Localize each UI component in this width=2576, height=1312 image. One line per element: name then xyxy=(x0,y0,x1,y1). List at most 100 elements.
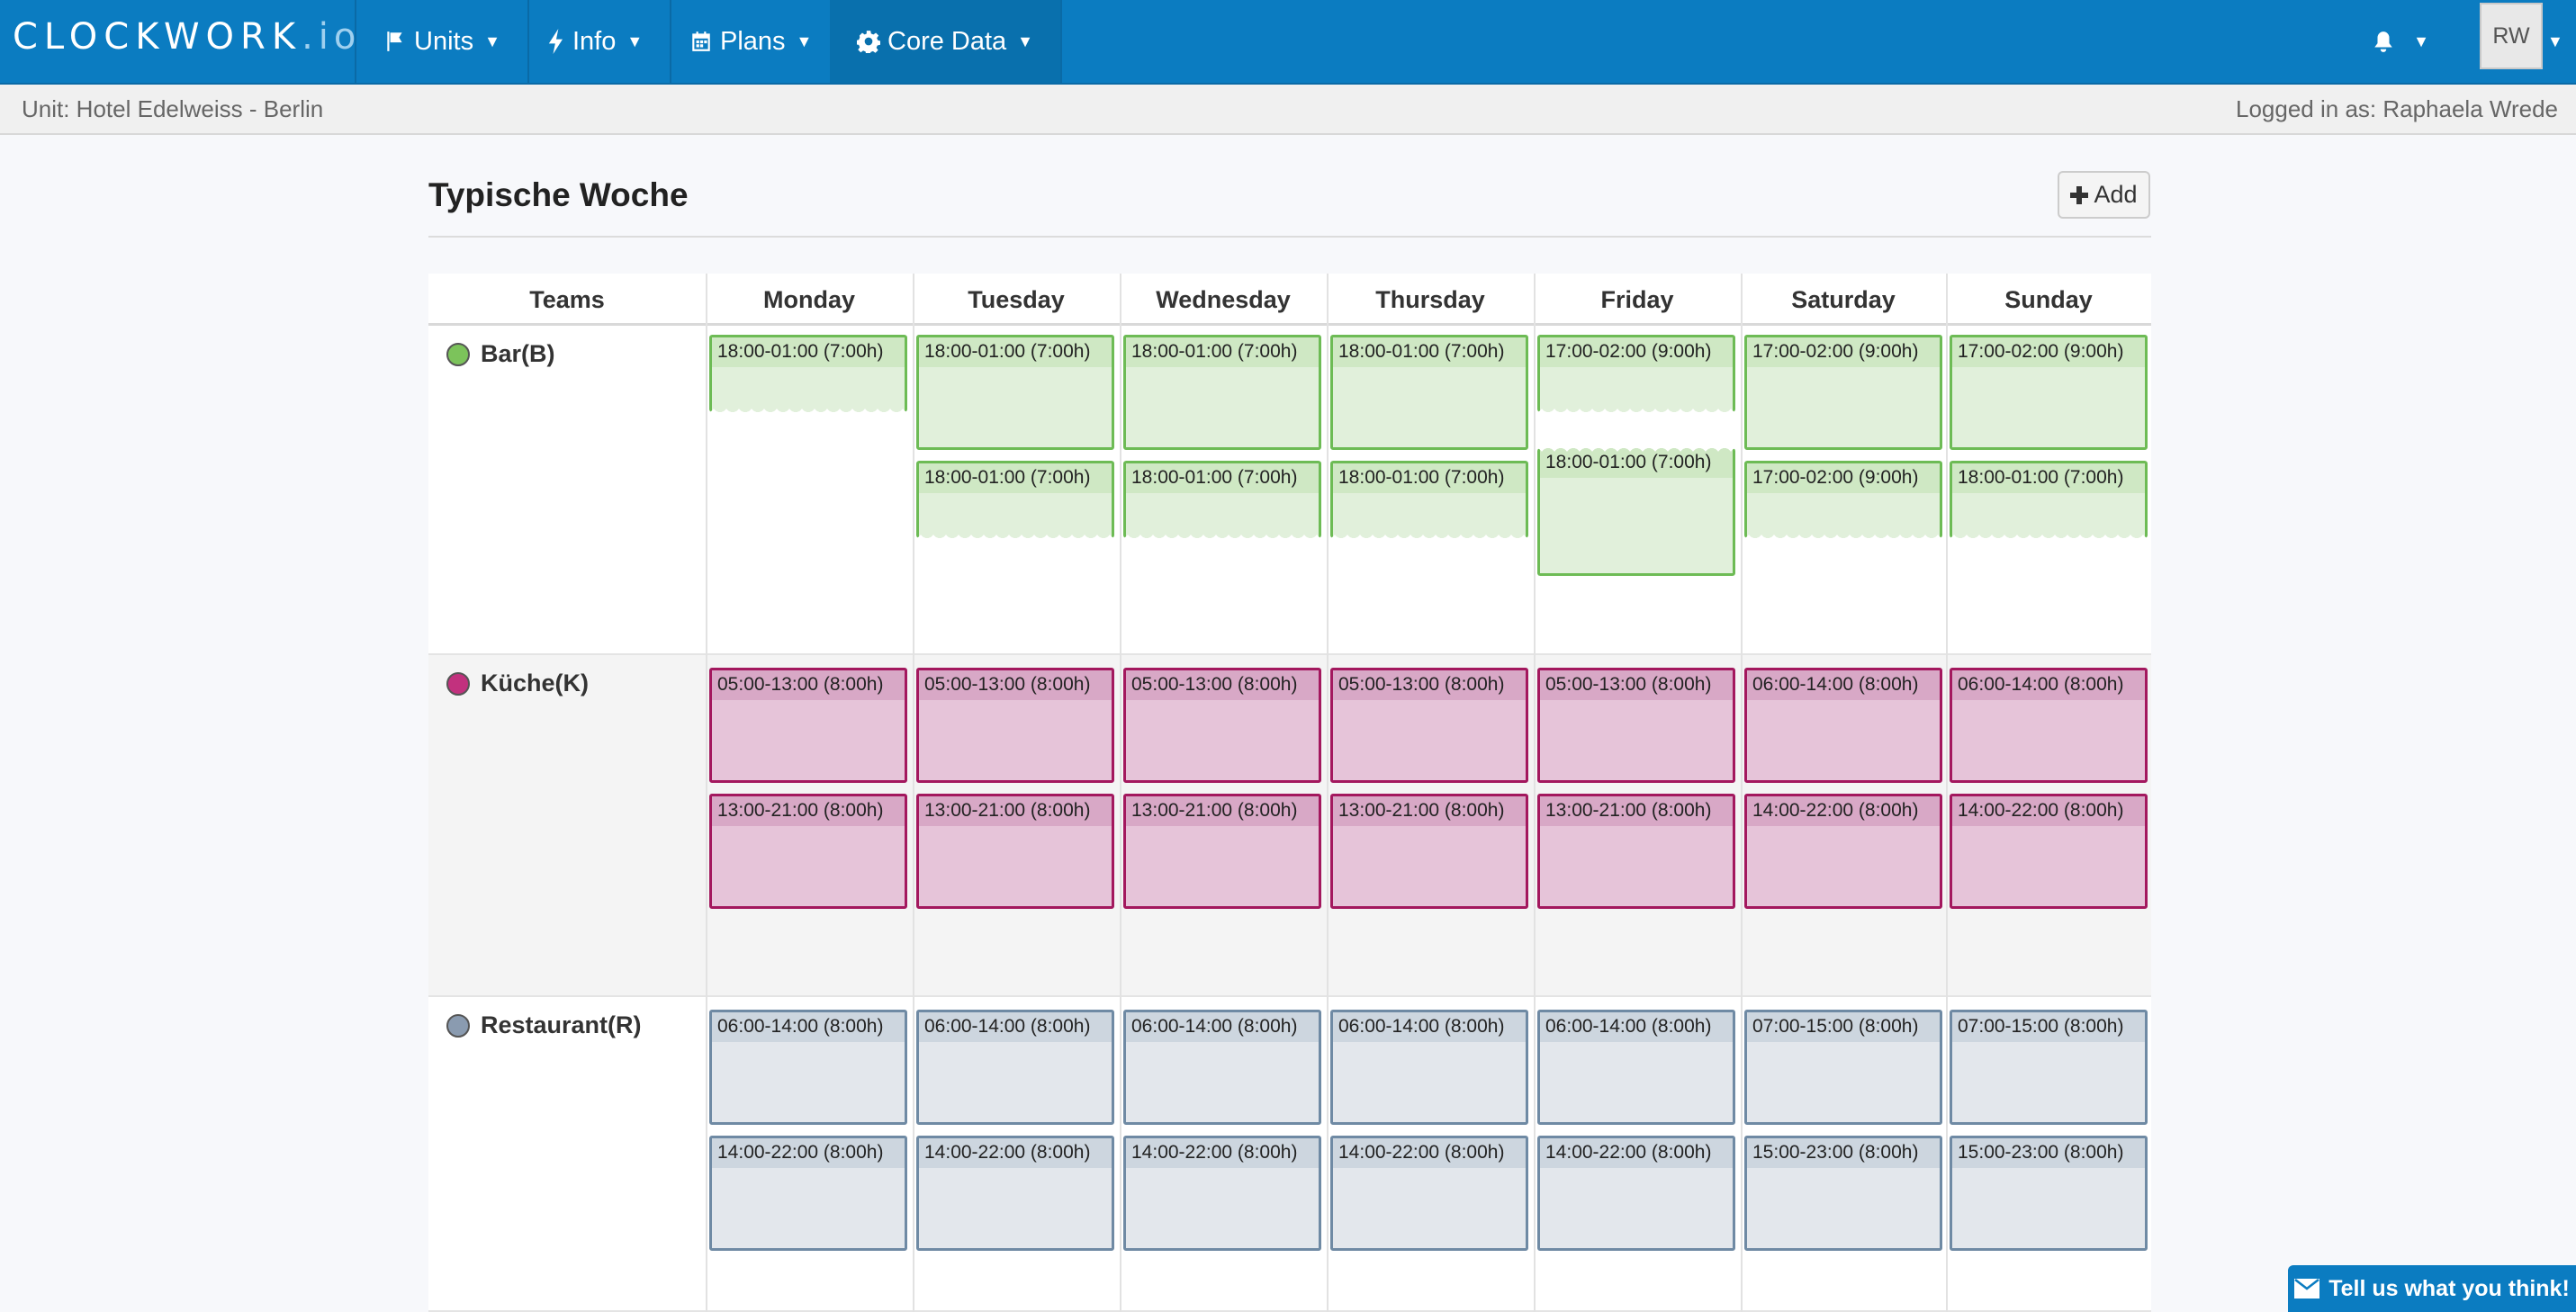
shift-block[interactable]: 14:00-22:00 (8:00h) xyxy=(1123,1136,1321,1251)
flag-icon xyxy=(387,31,402,51)
brand-logo[interactable]: CLOCKWORK.io xyxy=(13,0,361,85)
shift-block[interactable]: 13:00-21:00 (8:00h) xyxy=(1537,794,1735,909)
nav-info-label: Info xyxy=(572,26,617,56)
calendar-icon xyxy=(692,31,710,51)
bell-icon xyxy=(2374,31,2392,52)
feedback-button[interactable]: Tell us what you think! xyxy=(2288,1265,2576,1312)
shift-time-label: 13:00-21:00 (8:00h) xyxy=(712,796,905,826)
shift-block[interactable]: 13:00-21:00 (8:00h) xyxy=(916,794,1114,909)
header-day: Sunday xyxy=(2004,285,2093,313)
shift-block[interactable]: 15:00-23:00 (8:00h) xyxy=(1950,1136,2148,1251)
shift-time-label: 17:00-02:00 (9:00h) xyxy=(1747,463,1940,493)
shift-block[interactable]: 18:00-01:00 (7:00h) xyxy=(1123,461,1321,538)
shift-block[interactable]: 06:00-14:00 (8:00h) xyxy=(709,1010,907,1125)
team-label[interactable]: Restaurant(R) xyxy=(446,1011,642,1039)
shift-block[interactable]: 14:00-22:00 (8:00h) xyxy=(1950,794,2148,909)
chevron-down-icon: ▼ xyxy=(2413,31,2429,50)
shift-block[interactable]: 07:00-15:00 (8:00h) xyxy=(1950,1010,2148,1125)
shift-block[interactable]: 14:00-22:00 (8:00h) xyxy=(916,1136,1114,1251)
shift-block[interactable]: 14:00-22:00 (8:00h) xyxy=(1744,794,1942,909)
shift-block[interactable]: 17:00-02:00 (9:00h) xyxy=(1950,335,2148,450)
nav-units[interactable]: Units ▼ xyxy=(356,0,529,83)
shift-time-label: 15:00-23:00 (8:00h) xyxy=(1747,1138,1940,1168)
nav-plans-label: Plans xyxy=(720,26,786,56)
nav-units-label: Units xyxy=(414,26,474,56)
header-day: Thursday xyxy=(1375,285,1485,313)
feedback-label: Tell us what you think! xyxy=(2328,1275,2570,1301)
shift-block[interactable]: 05:00-13:00 (8:00h) xyxy=(1330,668,1528,783)
shift-time-label: 17:00-02:00 (9:00h) xyxy=(1540,337,1733,367)
page-title: Typische Woche xyxy=(428,176,689,213)
chevron-down-icon: ▼ xyxy=(796,31,813,50)
brand-name: CLOCKWORK xyxy=(13,16,302,58)
shift-block[interactable]: 18:00-01:00 (7:00h) xyxy=(916,461,1114,538)
shift-block[interactable]: 06:00-14:00 (8:00h) xyxy=(916,1010,1114,1125)
shift-time-label: 18:00-01:00 (7:00h) xyxy=(1126,337,1319,367)
weekly-schedule-table: Teams Monday Tuesday Wednesday Thursday … xyxy=(428,274,2151,1312)
shift-time-label: 06:00-14:00 (8:00h) xyxy=(1540,1012,1733,1042)
shift-block[interactable]: 06:00-14:00 (8:00h) xyxy=(1950,668,2148,783)
shift-block[interactable]: 13:00-21:00 (8:00h) xyxy=(709,794,907,909)
shift-block[interactable]: 06:00-14:00 (8:00h) xyxy=(1330,1010,1528,1125)
shift-block[interactable]: 06:00-14:00 (8:00h) xyxy=(1744,668,1942,783)
chevron-down-icon[interactable]: ▼ xyxy=(2547,0,2563,83)
user-avatar[interactable]: RW xyxy=(2480,3,2543,69)
team-name: Restaurant(R) xyxy=(481,1011,642,1038)
shift-block[interactable]: 05:00-13:00 (8:00h) xyxy=(709,668,907,783)
shift-block[interactable]: 13:00-21:00 (8:00h) xyxy=(1330,794,1528,909)
shift-block[interactable]: 18:00-01:00 (7:00h) xyxy=(1950,461,2148,538)
shift-block[interactable]: 17:00-02:00 (9:00h) xyxy=(1744,461,1942,538)
team-label[interactable]: Küche(K) xyxy=(446,669,589,697)
shift-time-label: 18:00-01:00 (7:00h) xyxy=(1126,463,1319,493)
add-button-label: Add xyxy=(2094,181,2138,208)
shift-time-label: 18:00-01:00 (7:00h) xyxy=(919,337,1112,367)
title-divider xyxy=(428,236,2151,238)
shift-block[interactable]: 18:00-01:00 (7:00h) xyxy=(1123,335,1321,450)
shift-block[interactable]: 17:00-02:00 (9:00h) xyxy=(1537,335,1735,412)
shift-time-label: 18:00-01:00 (7:00h) xyxy=(1333,337,1526,367)
top-navbar: CLOCKWORK.io Units ▼ Info ▼ Plans ▼ Core… xyxy=(0,0,2576,85)
shift-time-label: 05:00-13:00 (8:00h) xyxy=(1126,670,1319,700)
shift-block[interactable]: 14:00-22:00 (8:00h) xyxy=(1330,1136,1528,1251)
shift-time-label: 14:00-22:00 (8:00h) xyxy=(1952,796,2145,826)
add-button[interactable]: Add xyxy=(2058,171,2150,219)
shift-time-label: 18:00-01:00 (7:00h) xyxy=(1540,448,1733,478)
logged-in-user: Logged in as: Raphaela Wrede xyxy=(2236,95,2558,122)
shift-block[interactable]: 14:00-22:00 (8:00h) xyxy=(1537,1136,1735,1251)
shift-block[interactable]: 13:00-21:00 (8:00h) xyxy=(1123,794,1321,909)
shift-block[interactable]: 06:00-14:00 (8:00h) xyxy=(1123,1010,1321,1125)
shift-block[interactable]: 18:00-01:00 (7:00h) xyxy=(709,335,907,412)
shift-block[interactable]: 18:00-01:00 (7:00h) xyxy=(1330,461,1528,538)
team-name: Küche(K) xyxy=(481,669,589,696)
shift-block[interactable]: 14:00-22:00 (8:00h) xyxy=(709,1136,907,1251)
shift-block[interactable]: 15:00-23:00 (8:00h) xyxy=(1744,1136,1942,1251)
column-divider xyxy=(1741,274,1743,1312)
nav-plans[interactable]: Plans ▼ xyxy=(662,0,842,83)
envelope-icon xyxy=(2294,1279,2320,1299)
team-label[interactable]: Bar(B) xyxy=(446,340,555,368)
shift-block[interactable]: 07:00-15:00 (8:00h) xyxy=(1744,1010,1942,1125)
header-day: Tuesday xyxy=(968,285,1065,313)
shift-block[interactable]: 18:00-01:00 (7:00h) xyxy=(1537,448,1735,576)
shift-block[interactable]: 05:00-13:00 (8:00h) xyxy=(1537,668,1735,783)
shift-time-label: 18:00-01:00 (7:00h) xyxy=(919,463,1112,493)
shift-block[interactable]: 05:00-13:00 (8:00h) xyxy=(916,668,1114,783)
shift-time-label: 18:00-01:00 (7:00h) xyxy=(1333,463,1526,493)
notifications-menu[interactable]: ▼ xyxy=(2351,0,2450,83)
shift-time-label: 17:00-02:00 (9:00h) xyxy=(1747,337,1940,367)
chevron-down-icon: ▼ xyxy=(484,31,500,50)
shift-block[interactable]: 06:00-14:00 (8:00h) xyxy=(1537,1010,1735,1125)
header-day: Friday xyxy=(1600,285,1674,313)
brand-suffix: .io xyxy=(302,16,362,58)
current-unit: Unit: Hotel Edelweiss - Berlin xyxy=(22,95,324,122)
shift-block[interactable]: 18:00-01:00 (7:00h) xyxy=(916,335,1114,450)
header-day: Monday xyxy=(762,285,855,313)
shift-time-label: 07:00-15:00 (8:00h) xyxy=(1747,1012,1940,1042)
column-divider xyxy=(1534,274,1536,1312)
nav-core-data[interactable]: Core Data ▼ xyxy=(830,0,1062,83)
shift-block[interactable]: 17:00-02:00 (9:00h) xyxy=(1744,335,1942,450)
nav-info[interactable]: Info ▼ xyxy=(520,0,672,83)
shift-block[interactable]: 18:00-01:00 (7:00h) xyxy=(1330,335,1528,450)
shift-block[interactable]: 05:00-13:00 (8:00h) xyxy=(1123,668,1321,783)
team-row: Bar(B) 18:00-01:00 (7:00h) 18:00-01:00 (7:… xyxy=(428,326,2151,655)
